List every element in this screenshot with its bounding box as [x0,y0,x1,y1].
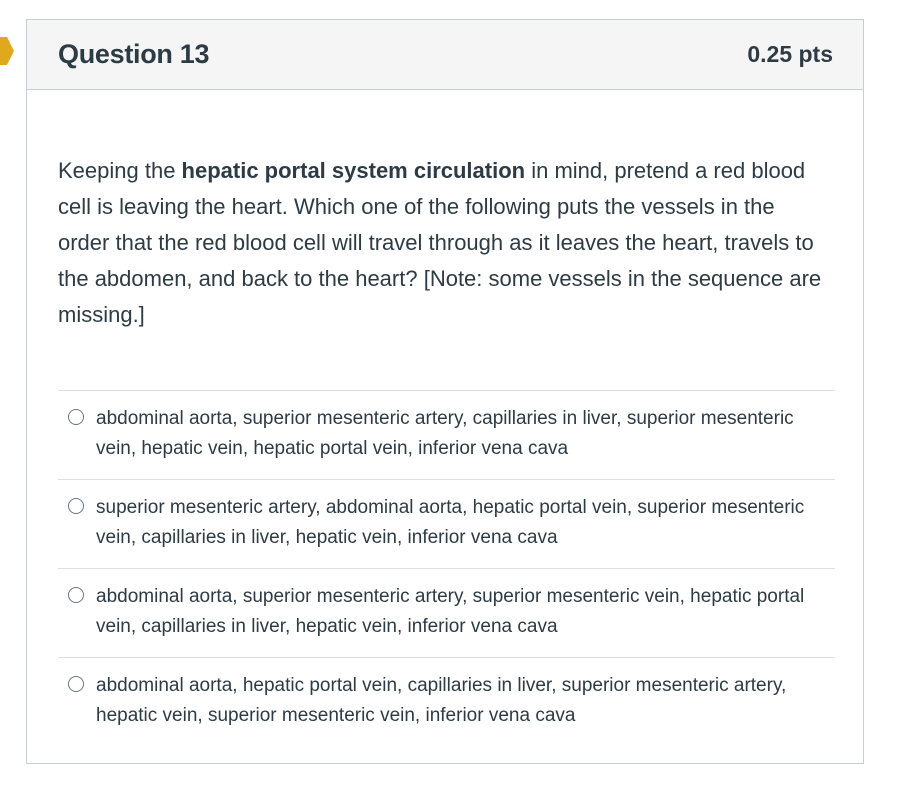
radio-button[interactable] [68,498,84,514]
question-text: Keeping the hepatic portal system circul… [58,153,828,333]
question-points: 0.25 pts [747,41,833,67]
answer-label: superior mesenteric artery, abdominal ao… [96,497,805,548]
question-body: Keeping the hepatic portal system circul… [27,90,863,746]
radio-button[interactable] [68,676,84,692]
answer-option-3[interactable]: abdominal aorta, superior mesenteric art… [58,568,835,657]
radio-button[interactable] [68,409,84,425]
answer-option-2[interactable]: superior mesenteric artery, abdominal ao… [58,479,835,568]
answer-option-1[interactable]: abdominal aorta, superior mesenteric art… [58,390,835,479]
answer-label: abdominal aorta, superior mesenteric art… [96,408,794,459]
question-text-bold: hepatic portal system circulation [181,158,526,183]
question-title: Question 13 [58,39,210,69]
flag-marker-icon[interactable] [0,37,14,65]
question-card: Question 13 0.25 pts Keeping the hepatic… [26,19,864,764]
answer-option-4[interactable]: abdominal aorta, hepatic portal vein, ca… [58,657,835,746]
question-text-before: Keeping the [58,158,182,183]
answer-list: abdominal aorta, superior mesenteric art… [58,390,835,746]
answer-label: abdominal aorta, superior mesenteric art… [96,586,805,637]
question-header: Question 13 0.25 pts [27,20,863,90]
question-text-after: in mind, pretend a red blood cell is lea… [58,158,822,327]
answer-label: abdominal aorta, hepatic portal vein, ca… [96,675,787,726]
radio-button[interactable] [68,587,84,603]
